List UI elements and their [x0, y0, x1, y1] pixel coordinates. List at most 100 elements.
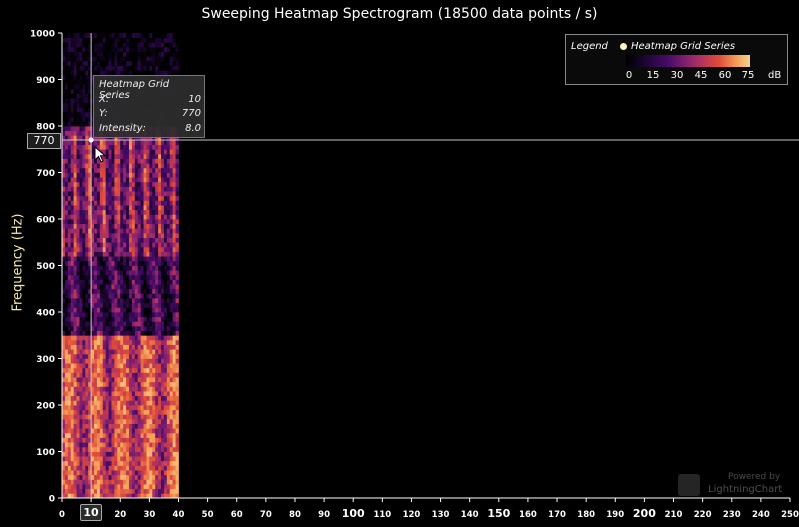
heatmap-cell	[70, 395, 75, 401]
heatmap-cell	[140, 256, 144, 262]
heatmap-cell	[102, 256, 107, 262]
heatmap-cell	[85, 456, 89, 462]
heatmap-cell	[120, 400, 124, 406]
heatmap-cell	[64, 349, 69, 355]
heatmap-cell	[79, 205, 83, 211]
heatmap-cell	[120, 386, 124, 392]
heatmap-cell	[128, 367, 133, 373]
heatmap-cell	[169, 51, 174, 57]
heatmap-cell	[175, 153, 179, 159]
heatmap-cell	[123, 144, 127, 150]
heatmap-cell	[131, 451, 136, 457]
heatmap-cell	[94, 479, 98, 485]
heatmap-cell	[149, 33, 153, 39]
heatmap-cell	[131, 195, 136, 201]
heatmap-cell	[123, 191, 127, 197]
heatmap-cell	[64, 107, 69, 113]
heatmap-cell	[67, 144, 72, 150]
legend-series-name[interactable]: Heatmap Grid Series	[631, 41, 735, 52]
heatmap-cell	[166, 423, 171, 429]
heatmap-cell	[114, 33, 118, 39]
heatmap-cell	[120, 437, 124, 443]
heatmap-cell	[67, 474, 72, 480]
heatmap-cell	[73, 144, 77, 150]
heatmap-cell	[149, 358, 153, 364]
heatmap-cell	[96, 367, 101, 373]
heatmap-cell	[134, 437, 139, 443]
heatmap-cell	[161, 316, 165, 322]
heatmap-cell	[126, 256, 130, 262]
heatmap-cell	[152, 474, 156, 480]
heatmap-cell	[128, 270, 133, 276]
heatmap-cell	[73, 200, 77, 206]
heatmap-cell	[155, 405, 159, 411]
heatmap-cell	[64, 409, 69, 415]
heatmap-cell	[79, 446, 83, 452]
heatmap-cell	[108, 302, 112, 308]
heatmap-cell	[152, 46, 156, 52]
heatmap-cell	[99, 451, 104, 457]
heatmap-cell	[166, 363, 171, 369]
heatmap-cell	[108, 363, 112, 369]
heatmap-cell	[85, 418, 89, 424]
heatmap-cell	[134, 139, 139, 145]
heatmap-cell	[94, 405, 98, 411]
heatmap-cell	[128, 418, 133, 424]
heatmap-cell	[126, 316, 130, 322]
heatmap-cell	[99, 391, 104, 397]
heatmap-cell	[82, 279, 86, 285]
heatmap-cell	[108, 460, 112, 466]
heatmap-cell	[114, 163, 118, 169]
heatmap-cell	[158, 353, 162, 359]
heatmap-cell	[134, 432, 139, 438]
heatmap-cell	[64, 84, 69, 90]
heatmap-cell	[140, 451, 144, 457]
heatmap-cell	[137, 237, 142, 243]
heatmap-cell	[172, 163, 176, 169]
heatmap-cell	[67, 409, 72, 415]
heatmap-cell	[175, 158, 179, 164]
heatmap-cell	[128, 288, 133, 294]
heatmap-cell	[146, 65, 150, 71]
heatmap-cell	[134, 474, 139, 480]
heatmap-cell	[73, 358, 77, 364]
heatmap-cell	[123, 158, 127, 164]
heatmap-cell	[149, 465, 153, 471]
heatmap-cell	[152, 65, 156, 71]
heatmap-cell	[131, 284, 136, 290]
heatmap-cell	[73, 279, 77, 285]
heatmap-cell	[155, 339, 159, 345]
heatmap-cell	[163, 460, 168, 466]
heatmap-cell	[158, 284, 162, 290]
heatmap-cell	[99, 232, 104, 238]
heatmap-cell	[94, 298, 98, 304]
heatmap-cell	[96, 228, 101, 234]
heatmap-cell	[85, 381, 89, 387]
heatmap-cell	[76, 488, 80, 494]
heatmap-cell	[128, 153, 133, 159]
heatmap-cell	[131, 409, 136, 415]
y-tick-label: 900	[36, 76, 55, 86]
heatmap-cell	[85, 191, 89, 197]
heatmap-cell	[143, 381, 147, 387]
heatmap-cell	[128, 195, 133, 201]
heatmap-cell	[120, 265, 124, 271]
heatmap-cell	[146, 186, 150, 192]
heatmap-cell	[105, 386, 109, 392]
heatmap-cell	[120, 284, 124, 290]
heatmap-cell	[67, 232, 72, 238]
heatmap-cell	[123, 316, 127, 322]
heatmap-cell	[64, 302, 69, 308]
heatmap-cell	[126, 279, 130, 285]
heatmap-cell	[155, 288, 159, 294]
heatmap-cell	[114, 437, 118, 443]
heatmap-cell	[169, 428, 174, 434]
heatmap-cell	[99, 339, 104, 345]
heatmap-cell	[76, 316, 80, 322]
heatmap-cell	[67, 214, 72, 220]
heatmap-cell	[70, 200, 75, 206]
heatmap-cell	[172, 158, 176, 164]
heatmap-cell	[161, 344, 165, 350]
heatmap-cell	[172, 442, 176, 448]
heatmap-cell	[76, 344, 80, 350]
